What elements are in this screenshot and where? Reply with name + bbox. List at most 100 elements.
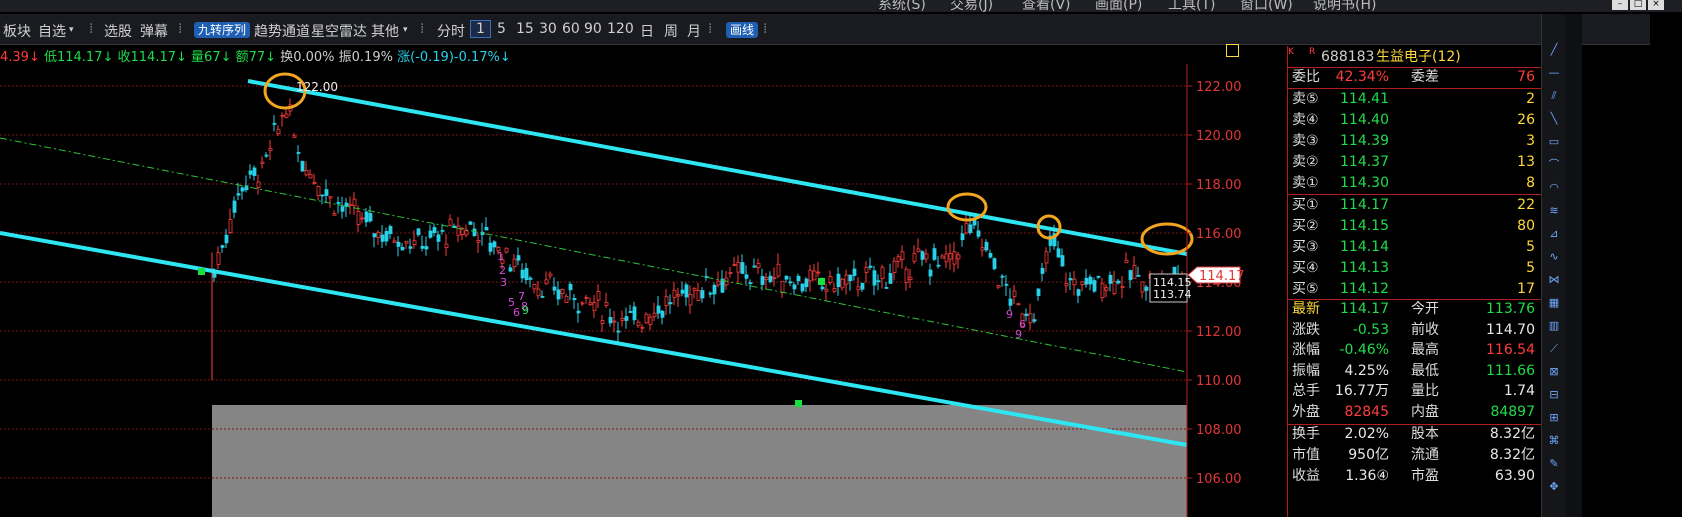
- drawing-tool-icon[interactable]: ⌘: [1547, 435, 1561, 447]
- toolbar-danmaku[interactable]: 弹幕: [140, 21, 168, 41]
- drawing-tool-icon[interactable]: ⊟: [1547, 389, 1561, 401]
- buy-row[interactable]: 买④ 114.13 5: [1288, 258, 1541, 279]
- minimize-icon[interactable]: –: [1612, 0, 1628, 10]
- period-month[interactable]: 月: [687, 21, 701, 41]
- candle-body: [668, 302, 673, 305]
- stat-row[interactable]: 外盘 82845 内盘 84897: [1288, 402, 1541, 423]
- stat-row-value2: 8.32亿: [1489, 447, 1535, 463]
- candle-body: [392, 240, 397, 243]
- period-15min[interactable]: 15: [516, 21, 534, 37]
- drawing-tool-icon[interactable]: ⊿: [1547, 228, 1561, 240]
- period-week[interactable]: 周: [664, 21, 678, 41]
- candle-body: [980, 247, 985, 251]
- menu-screen[interactable]: 画面(P): [1095, 0, 1142, 14]
- menu-help[interactable]: 说明书(H): [1313, 0, 1376, 14]
- r-badge[interactable]: R: [1309, 41, 1315, 63]
- drawing-tool-icon[interactable]: ▥: [1547, 320, 1561, 332]
- candle-body: [688, 293, 693, 306]
- stat-row[interactable]: 振幅 4.25% 最低 111.66: [1288, 361, 1541, 382]
- chevron-down-icon[interactable]: ▾: [403, 25, 408, 35]
- toolbar: 板块 自选 ▾ ⁞ 选股 弹幕 ⁞ 九转序列 趋势通道 星空雷达 其他 ▾ ⁞ …: [0, 14, 1650, 45]
- drawing-tool-icon[interactable]: ⌒: [1547, 159, 1561, 171]
- stat-row[interactable]: 市值 950亿 流通 8.32亿: [1288, 445, 1541, 466]
- menu-trade[interactable]: 交易(J): [950, 0, 993, 14]
- candle-body: [456, 225, 461, 236]
- drawing-tool-icon[interactable]: ✥: [1547, 481, 1561, 493]
- sell-row[interactable]: 卖② 114.37 13: [1288, 152, 1541, 173]
- period-intraday[interactable]: 分时: [437, 21, 465, 41]
- sell-row[interactable]: 卖① 114.30 8: [1288, 173, 1541, 194]
- period-30min[interactable]: 30: [539, 21, 557, 37]
- candle-body: [356, 211, 361, 226]
- close-icon[interactable]: ×: [1648, 0, 1664, 10]
- candle-body: [1036, 288, 1041, 296]
- drawing-tool-icon[interactable]: ⫽: [1547, 90, 1561, 102]
- stat-row[interactable]: 涨幅 -0.46% 最高 116.54: [1288, 340, 1541, 361]
- drawing-tool-icon[interactable]: ⊞: [1547, 412, 1561, 424]
- candle-body: [584, 296, 589, 299]
- toolbar-screener[interactable]: 选股: [104, 21, 132, 41]
- sell-row[interactable]: 卖③ 114.39 3: [1288, 131, 1541, 152]
- buy-row[interactable]: 买⑤ 114.12 17: [1288, 279, 1541, 300]
- draw-line-button[interactable]: 画线: [726, 22, 759, 38]
- toolbar-sector[interactable]: 板块: [3, 21, 31, 41]
- toolbar-other[interactable]: 其他: [371, 21, 399, 41]
- maximize-icon[interactable]: □: [1630, 0, 1646, 10]
- drawing-tool-icon[interactable]: ∿: [1547, 251, 1561, 263]
- panel-toggle-icon[interactable]: [1226, 44, 1239, 57]
- drawing-tool-icon[interactable]: ▭: [1547, 136, 1561, 148]
- drawing-tool-icon[interactable]: ⟋: [1547, 343, 1561, 355]
- drawing-tool-icon[interactable]: —: [1547, 67, 1561, 79]
- stat-row[interactable]: 收益 1.36④ 市盈 63.90: [1288, 466, 1541, 487]
- tab-td-sequence[interactable]: 九转序列: [194, 22, 251, 38]
- sell-row-value: 114.39: [1340, 133, 1389, 149]
- toolbar-trend-channel[interactable]: 趋势通道: [254, 21, 310, 41]
- menu-system[interactable]: 系统(S): [878, 0, 926, 14]
- candle-body: [308, 174, 313, 179]
- k-badge[interactable]: K: [1288, 41, 1294, 63]
- candle-body: [468, 221, 473, 225]
- stat-row[interactable]: 涨跌 -0.53 前收 114.70: [1288, 320, 1541, 341]
- period-90min[interactable]: 90: [584, 21, 602, 37]
- sell-row[interactable]: 卖⑤ 114.41 2: [1288, 89, 1541, 110]
- period-60min[interactable]: 60: [562, 21, 580, 37]
- menu-view[interactable]: 查看(V): [1022, 0, 1071, 14]
- candle-body: [476, 240, 481, 243]
- drawing-tool-icon[interactable]: ✎: [1547, 458, 1561, 470]
- candle-body: [760, 276, 765, 285]
- candle-body: [744, 274, 749, 279]
- candle-body: [1116, 280, 1121, 284]
- menu-window[interactable]: 窗口(W): [1240, 0, 1293, 14]
- period-5min[interactable]: 5: [497, 21, 506, 37]
- period-120min[interactable]: 120: [607, 21, 634, 37]
- drawing-tool-icon[interactable]: ▦: [1547, 297, 1561, 309]
- buy-row[interactable]: 买① 114.17 22: [1288, 195, 1541, 216]
- drawing-tool-icon[interactable]: ╲: [1547, 113, 1561, 125]
- candle-body: [860, 282, 865, 290]
- period-day[interactable]: 日: [640, 21, 654, 41]
- buy-row-label: 买⑤: [1292, 281, 1319, 297]
- period-1min[interactable]: 1: [470, 20, 491, 38]
- stat-row[interactable]: 换手 2.02% 股本 8.32亿: [1288, 424, 1541, 445]
- drawing-tool-icon[interactable]: ⊠: [1547, 366, 1561, 378]
- toolbar-watchlist[interactable]: 自选: [38, 21, 66, 41]
- stat-row-value2: 111.66: [1486, 362, 1535, 379]
- candle-body: [352, 198, 357, 207]
- candlestick-chart[interactable]: 122.00 12356789 996 122.00120.00118.00116…: [0, 64, 1287, 517]
- drawing-tool-icon[interactable]: ◠: [1547, 182, 1561, 194]
- stat-row[interactable]: 最新 114.17 今开 113.76: [1288, 299, 1541, 320]
- stat-row-label: 换手: [1292, 426, 1320, 442]
- stat-row-value: 4.25%: [1344, 362, 1389, 379]
- candle-body: [700, 290, 705, 299]
- drawing-tool-icon[interactable]: ⋈: [1547, 274, 1561, 286]
- buy-row[interactable]: 买③ 114.14 5: [1288, 237, 1541, 258]
- drawing-tool-icon[interactable]: ╱: [1547, 44, 1561, 56]
- buy-row[interactable]: 买② 114.15 80: [1288, 216, 1541, 237]
- candle-body: [740, 262, 745, 274]
- stat-row[interactable]: 总手 16.77万 量比 1.74: [1288, 381, 1541, 402]
- menu-tools[interactable]: 工具(T): [1168, 0, 1215, 14]
- toolbar-star-radar[interactable]: 星空雷达: [311, 21, 367, 41]
- drawing-tool-icon[interactable]: ≋: [1547, 205, 1561, 217]
- chevron-down-icon[interactable]: ▾: [69, 25, 74, 35]
- sell-row[interactable]: 卖④ 114.40 26: [1288, 110, 1541, 131]
